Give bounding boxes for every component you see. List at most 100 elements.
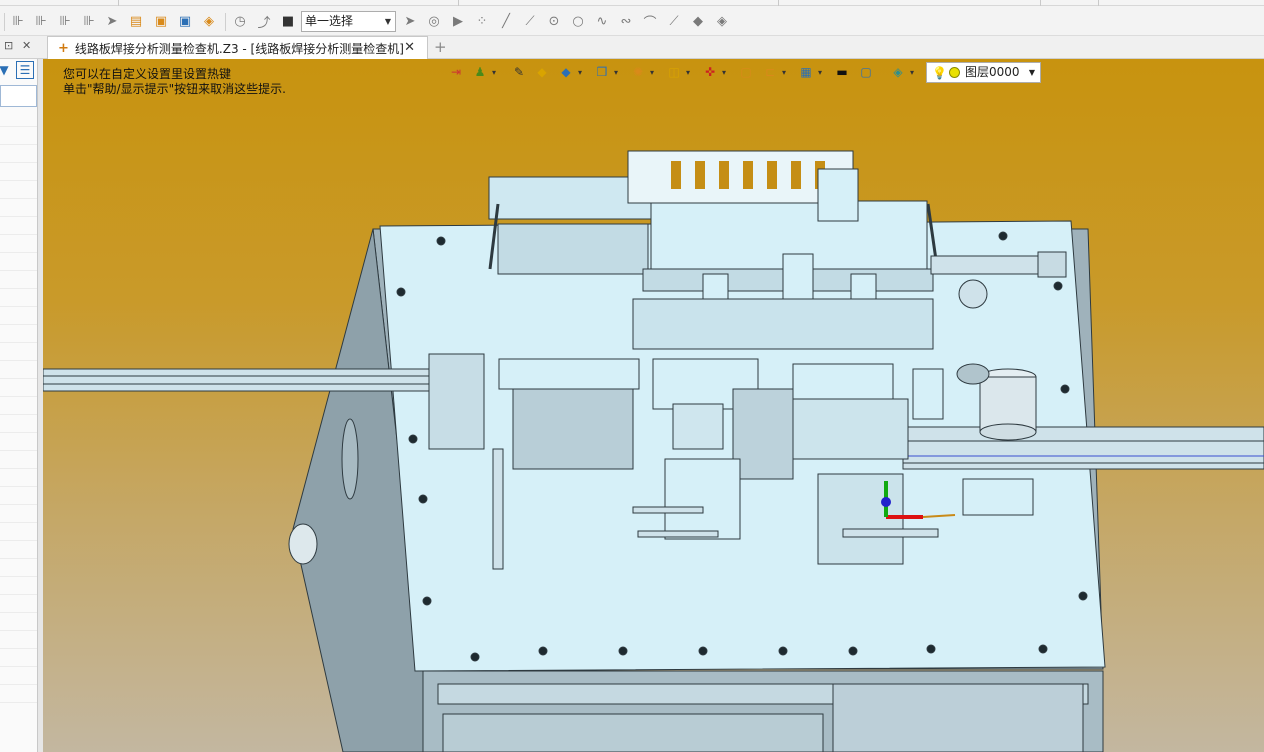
filter-icon[interactable]: ▼ <box>0 62 12 78</box>
line-icon[interactable]: ⟋ <box>666 13 682 29</box>
restore-icon[interactable]: ⊡ <box>4 39 13 52</box>
zoom-icon[interactable]: ◫ <box>666 63 690 81</box>
layer-select[interactable]: 💡 图层0000 ▼ <box>926 62 1041 83</box>
tree-row[interactable] <box>0 217 37 235</box>
tree-row[interactable] <box>0 163 37 181</box>
tree-row[interactable] <box>0 415 37 433</box>
lightbulb-icon: 💡 <box>932 66 947 80</box>
orbit-icon[interactable]: ✺ <box>630 63 654 81</box>
line-icon[interactable]: ╱ <box>498 13 514 29</box>
history-tree-panel: ▼ ☰ <box>0 59 38 752</box>
tree-row[interactable] <box>0 685 37 703</box>
sketch-icon[interactable]: ⊪ <box>57 13 73 29</box>
new-tab-button[interactable]: + <box>434 38 447 56</box>
tree-row[interactable] <box>0 541 37 559</box>
cube-icon[interactable]: ◆ <box>534 63 550 81</box>
selection-filter-select[interactable]: 单一选择 ▼ <box>301 11 396 32</box>
tree-row[interactable] <box>0 271 37 289</box>
tree-row[interactable] <box>0 577 37 595</box>
folder-icon[interactable]: ▣ <box>153 13 169 29</box>
layers-icon[interactable]: ◈ <box>890 63 914 81</box>
line-weight-icon[interactable]: ▬ <box>834 63 850 81</box>
tree-row[interactable] <box>0 127 37 145</box>
hint-line-2: 单击"帮助/显示提示"按钮来取消这些提示. <box>63 82 286 96</box>
curve-icon[interactable]: ⤴ <box>256 13 272 31</box>
display-icon[interactable]: ♟ <box>472 63 496 81</box>
inspection-block <box>787 398 909 460</box>
sketch-icon[interactable]: ⊪ <box>81 13 97 29</box>
arc-icon[interactable]: ⌒ <box>642 13 658 31</box>
tree-row[interactable] <box>0 595 37 613</box>
side-port <box>341 418 359 500</box>
shape-icon[interactable]: ◈ <box>714 13 730 29</box>
chevron-down-icon: ▼ <box>1028 68 1035 77</box>
shape-icon[interactable]: ◆ <box>690 13 706 29</box>
save-icon[interactable]: ▣ <box>177 13 193 29</box>
export-icon[interactable]: ◈ <box>201 13 217 29</box>
tree-row[interactable] <box>0 145 37 163</box>
sketch-icon[interactable]: ⊪ <box>10 13 26 29</box>
tree-row[interactable] <box>0 631 37 649</box>
tree-row[interactable] <box>0 109 37 127</box>
views-icon[interactable]: ❒ <box>594 63 618 81</box>
tree-row[interactable] <box>0 469 37 487</box>
pick-icon[interactable]: ➤ <box>402 13 418 29</box>
close-icon[interactable]: ✕ <box>404 40 415 55</box>
circle-icon[interactable]: ○ <box>570 13 586 29</box>
tree-row[interactable] <box>0 325 37 343</box>
tree-row[interactable] <box>0 235 37 253</box>
mid-slider <box>632 298 934 350</box>
chevron-down-icon: ▼ <box>384 17 391 26</box>
tree-row[interactable] <box>0 667 37 685</box>
tab-document[interactable]: + 线路板焊接分析测量检查机.Z3 - [线路板焊接分析测量检查机] ✕ <box>47 36 428 59</box>
tree-row[interactable] <box>0 397 37 415</box>
tree-row[interactable] <box>0 451 37 469</box>
layer-color-icon <box>949 67 960 78</box>
tree-row[interactable] <box>0 505 37 523</box>
shaded-cube-icon[interactable]: ◆ <box>558 63 582 81</box>
layer-select-value: 图层0000 <box>965 65 1020 79</box>
line-icon[interactable]: ⟋ <box>522 13 538 29</box>
points-icon[interactable]: ⁘ <box>474 13 490 29</box>
circle-icon[interactable]: ⊙ <box>546 13 562 29</box>
wave-icon[interactable]: ∾ <box>618 13 634 29</box>
tree-view-icon[interactable]: ☰ <box>16 61 34 79</box>
sketch-icon[interactable]: ⊪ <box>33 13 49 29</box>
pointer-icon[interactable]: ➤ <box>104 13 120 29</box>
tree-row[interactable] <box>0 181 37 199</box>
origin-icon[interactable]: ✜ <box>702 63 726 81</box>
tree-row[interactable] <box>0 253 37 271</box>
table-icon[interactable]: ▤ <box>128 13 144 29</box>
spline-icon[interactable]: ∿ <box>594 13 610 29</box>
tree-row[interactable] <box>0 487 37 505</box>
tree-row[interactable] <box>0 199 37 217</box>
play-icon[interactable]: ▶ <box>450 13 466 29</box>
measure-icon[interactable]: ◷ <box>232 13 248 29</box>
color-swatch-icon[interactable]: ▢ <box>858 63 874 81</box>
left-rail <box>43 368 464 392</box>
motor-block <box>512 388 634 470</box>
tree-row[interactable] <box>0 559 37 577</box>
tree-row[interactable] <box>0 649 37 667</box>
exit-icon[interactable]: ⇥ <box>448 63 464 81</box>
3d-viewport[interactable]: 您可以在自定义设置里设置热键 单击"帮助/显示提示"按钮来取消这些提示. ⇥ ♟… <box>43 59 1264 752</box>
frame-icon[interactable]: ▢ <box>738 63 754 81</box>
tree-row[interactable] <box>0 361 37 379</box>
tree-row[interactable] <box>0 523 37 541</box>
tree-header[interactable] <box>0 85 37 107</box>
stop-icon[interactable]: ■ <box>280 13 296 29</box>
render-icon[interactable]: ▦ <box>798 63 822 81</box>
tree-row[interactable] <box>0 289 37 307</box>
filter-icon[interactable]: ◎ <box>426 13 442 29</box>
tree-row[interactable] <box>0 307 37 325</box>
tree-row[interactable] <box>0 379 37 397</box>
side-knob <box>288 523 318 565</box>
tree-row[interactable] <box>0 343 37 361</box>
main-toolbar: ⊪ ⊪ ⊪ ⊪ ➤ ▤ ▣ ▣ ◈ ◷ ⤴ ■ 单一选择 ▼ ➤ ◎ ▶ ⁘ ╱… <box>0 6 1264 36</box>
tree-row[interactable] <box>0 433 37 451</box>
tree-row[interactable] <box>0 613 37 631</box>
pen-icon[interactable]: ✎ <box>511 63 527 81</box>
machine-model <box>43 150 1264 752</box>
section-icon[interactable]: ⊏ <box>762 63 786 81</box>
close-panel-icon[interactable]: ✕ <box>22 39 31 52</box>
